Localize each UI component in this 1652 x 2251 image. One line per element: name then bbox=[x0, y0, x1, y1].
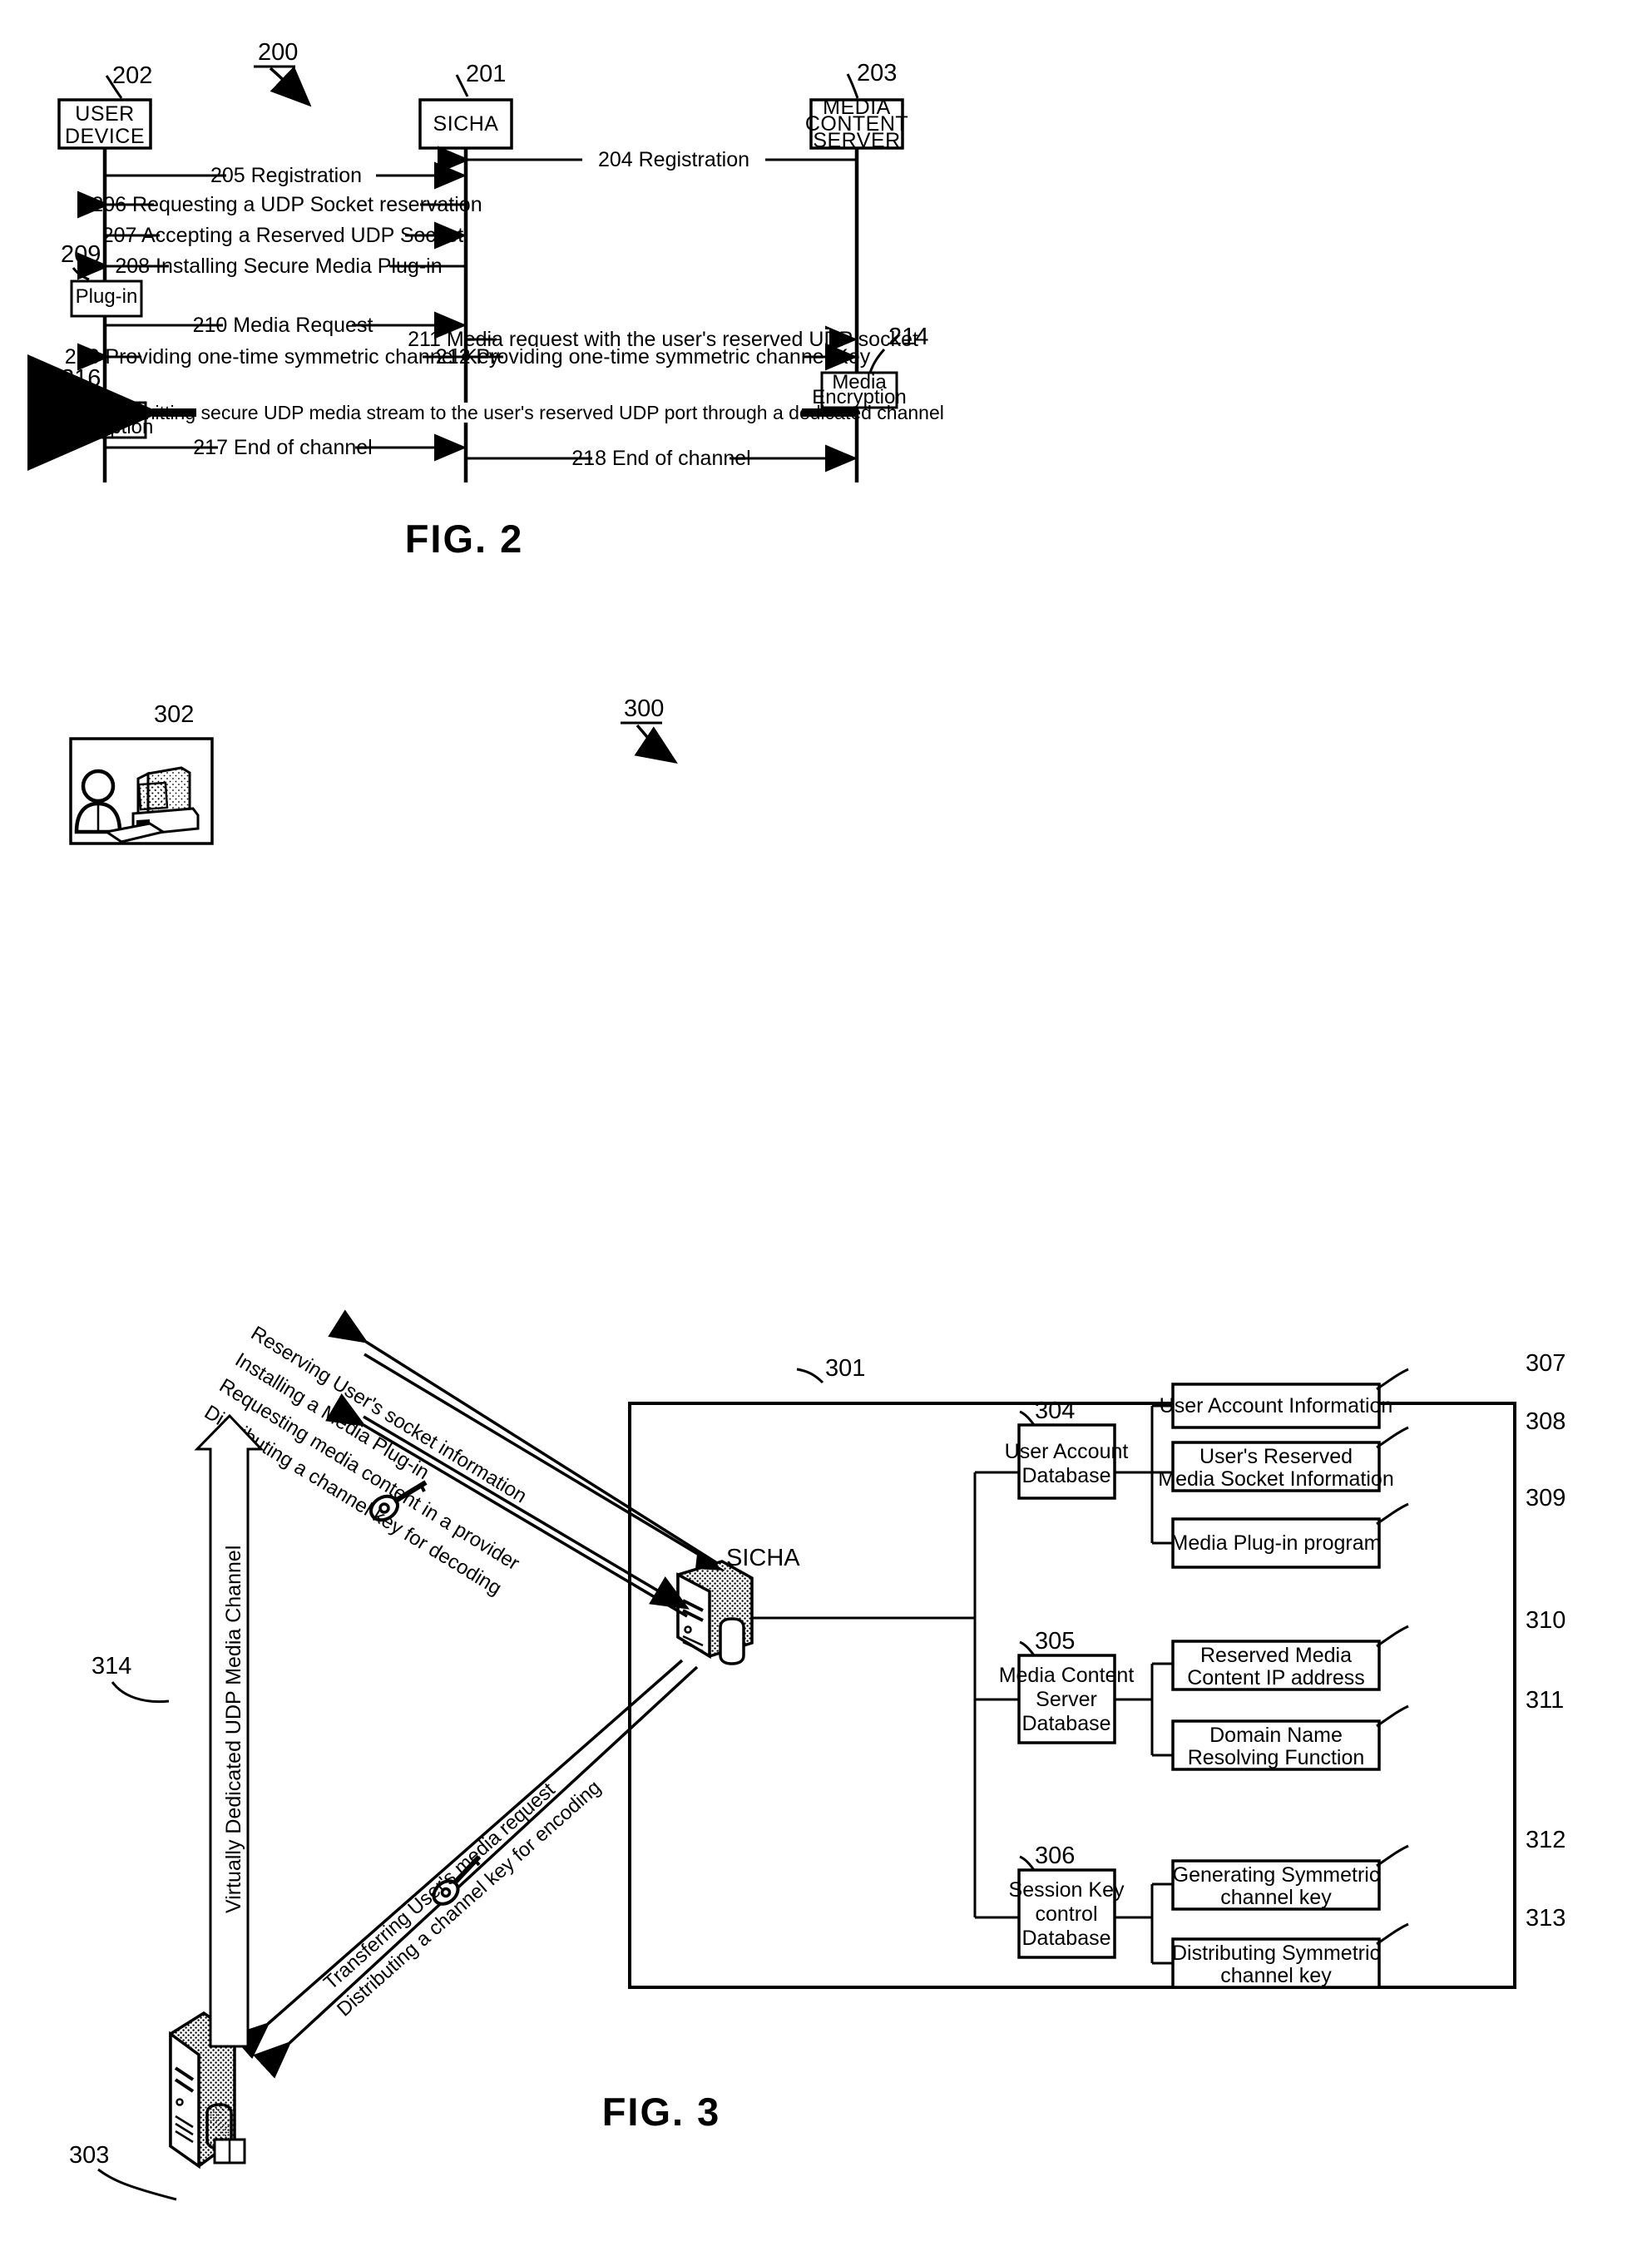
ref-203-label: 203 bbox=[857, 60, 897, 87]
ref-200-label: 200 bbox=[258, 39, 298, 66]
upper-diagonal-arrows: Reserving User's socket information Inst… bbox=[200, 1309, 725, 1618]
lower-arrow-label-2: Distributing a channel key for encoding bbox=[333, 1776, 606, 2021]
message-217: 217 End of channel bbox=[105, 433, 467, 462]
ref-309-label: 309 bbox=[1526, 1485, 1565, 1511]
user-device-label-1: USER bbox=[75, 102, 134, 126]
db-306-line-2: control bbox=[1035, 1902, 1097, 1926]
db-user-account-304: 304 User Account Database bbox=[1005, 1398, 1129, 1500]
ref-314-label: 314 bbox=[92, 1653, 131, 1680]
figure-3-caption: FIG. 3 bbox=[602, 2090, 721, 2134]
fn-311-line-1: Domain Name bbox=[1209, 1724, 1343, 1747]
message-210-label: 210 Media Request bbox=[193, 314, 373, 337]
message-204: 204 Registration bbox=[438, 146, 857, 174]
ref-302-label: 302 bbox=[154, 701, 194, 728]
message-215-label: 215 Transmitting secure UDP media stream… bbox=[54, 402, 944, 423]
db-306-line-3: Database bbox=[1021, 1927, 1110, 1950]
virtual-channel-314: Virtually Dedicated UDP Media Channel 31… bbox=[92, 1413, 265, 2048]
message-217-label: 217 End of channel bbox=[193, 436, 372, 459]
ref-311-label: 311 bbox=[1526, 1687, 1564, 1714]
db-305-line-3: Database bbox=[1021, 1712, 1110, 1735]
fn-reserved-media-content-ip-310: Reserved Media Content IP address 310 bbox=[1171, 1607, 1565, 1691]
sicha-label: SICHA bbox=[433, 112, 499, 136]
fn-generating-symmetric-key-312: Generating Symmetric channel key 312 bbox=[1171, 1827, 1565, 1911]
message-206-label: 206 Requesting a UDP Socket reservation bbox=[92, 193, 482, 216]
figure-3: 300 302 301 SICHA Reserving User's socke… bbox=[69, 695, 1565, 2201]
ref-307-label: 307 bbox=[1526, 1350, 1565, 1377]
channel-label: Virtually Dedicated UDP Media Channel bbox=[222, 1546, 245, 1913]
ref-304-label: 304 bbox=[1035, 1398, 1075, 1424]
sicha-label-fig3: SICHA bbox=[726, 1545, 800, 1571]
ref-300-label: 300 bbox=[624, 695, 664, 722]
message-207-label: 207 Accepting a Reserved UDP Socket bbox=[102, 224, 464, 247]
fn-310-line-1: Reserved Media bbox=[1200, 1644, 1352, 1667]
db-media-content-server-305: 305 Media Content Server Database bbox=[999, 1628, 1135, 1744]
fn-308-line-1: User's Reserved bbox=[1199, 1445, 1353, 1468]
db-304-line-1: User Account bbox=[1005, 1440, 1129, 1463]
ref-201-label: 201 bbox=[466, 61, 506, 87]
message-208-label: 208 Installing Secure Media Plug-in bbox=[115, 255, 442, 278]
ref-216-label: 216 bbox=[61, 365, 101, 392]
fn-313-line-2: channel key bbox=[1220, 1964, 1332, 1987]
message-218: 218 End of channel bbox=[466, 444, 858, 472]
fn-309-line-1: Media Plug-in program bbox=[1171, 1531, 1382, 1555]
fn-312-line-2: channel key bbox=[1220, 1886, 1332, 1909]
user-panel-302: 302 bbox=[69, 701, 216, 845]
activation-plugin-209: 209 Plug-in bbox=[61, 241, 143, 318]
message-213-label: 213 Providing one-time symmetric channel… bbox=[65, 345, 500, 369]
fn-313-line-1: Distributing Symmetric bbox=[1172, 1942, 1380, 1965]
db-305-line-1: Media Content bbox=[999, 1664, 1135, 1687]
ref-209-label: 209 bbox=[61, 241, 101, 268]
ref-303-label: 303 bbox=[69, 2142, 109, 2169]
ref-310-label: 310 bbox=[1526, 1607, 1565, 1634]
ref-214-label: 214 bbox=[888, 324, 928, 350]
db-305-line-2: Server bbox=[1036, 1688, 1097, 1711]
message-212-label: 212 Providing one-time symmetric channel… bbox=[436, 345, 871, 369]
user-device-label-2: DEVICE bbox=[65, 125, 145, 148]
db-session-key-control-306: 306 Session Key control Database bbox=[1009, 1843, 1125, 1959]
ref-306-label: 306 bbox=[1035, 1843, 1075, 1869]
message-206: 206 Requesting a UDP Socket reservation bbox=[77, 190, 482, 219]
plugin-box-label: Plug-in bbox=[76, 285, 138, 308]
fn-312-line-1: Generating Symmetric bbox=[1173, 1863, 1380, 1887]
sicha-server-icon-fig3: SICHA bbox=[676, 1545, 975, 1665]
message-212: 212 Providing one-time symmetric channel… bbox=[436, 343, 871, 371]
ref-305-label: 305 bbox=[1035, 1628, 1075, 1655]
ref-308-label: 308 bbox=[1526, 1408, 1565, 1435]
message-205-label: 205 Registration bbox=[210, 164, 362, 187]
fn-domain-name-resolving-311: Domain Name Resolving Function 311 bbox=[1171, 1687, 1564, 1771]
figure-2-caption: FIG. 2 bbox=[405, 517, 524, 561]
fn-media-plugin-program-309: Media Plug-in program 309 bbox=[1171, 1485, 1565, 1569]
message-204-label: 204 Registration bbox=[598, 148, 749, 171]
message-205: 205 Registration bbox=[105, 161, 467, 190]
ref-200: 200 bbox=[254, 39, 312, 107]
figure-2: 200 202 USER DEVICE 201 SICHA 203 MEDIA bbox=[27, 39, 944, 561]
lower-arrow-label-1: Transferring User's media request bbox=[319, 1779, 560, 1995]
message-207: 207 Accepting a Reserved UDP Socket bbox=[102, 221, 467, 250]
fn-user-account-information-307: User Account Information 307 bbox=[1160, 1350, 1565, 1429]
message-213: 213 Providing one-time symmetric channel… bbox=[65, 343, 500, 371]
patent-figure-sheet: 200 202 USER DEVICE 201 SICHA 203 MEDIA bbox=[27, 39, 1565, 2201]
db-306-line-1: Session Key bbox=[1009, 1878, 1125, 1902]
message-215: 215 Transmitting secure UDP media stream… bbox=[27, 354, 944, 471]
message-218-label: 218 End of channel bbox=[571, 447, 750, 470]
ref-301-label: 301 bbox=[825, 1355, 865, 1382]
message-208: 208 Installing Secure Media Plug-in bbox=[77, 252, 466, 280]
fn-distributing-symmetric-key-313: Distributing Symmetric channel key 313 bbox=[1171, 1905, 1565, 1989]
fn-307-line-1: User Account Information bbox=[1160, 1394, 1393, 1417]
db-304-line-2: Database bbox=[1021, 1464, 1110, 1487]
fn-310-line-2: Content IP address bbox=[1187, 1666, 1365, 1689]
fn-311-line-2: Resolving Function bbox=[1188, 1746, 1365, 1769]
ref-313-label: 313 bbox=[1526, 1905, 1565, 1932]
ref-202-label: 202 bbox=[112, 62, 152, 89]
fn-308-line-2: Media Socket Information bbox=[1158, 1467, 1393, 1491]
ref-300: 300 bbox=[621, 695, 678, 764]
ref-312-label: 312 bbox=[1526, 1827, 1565, 1853]
